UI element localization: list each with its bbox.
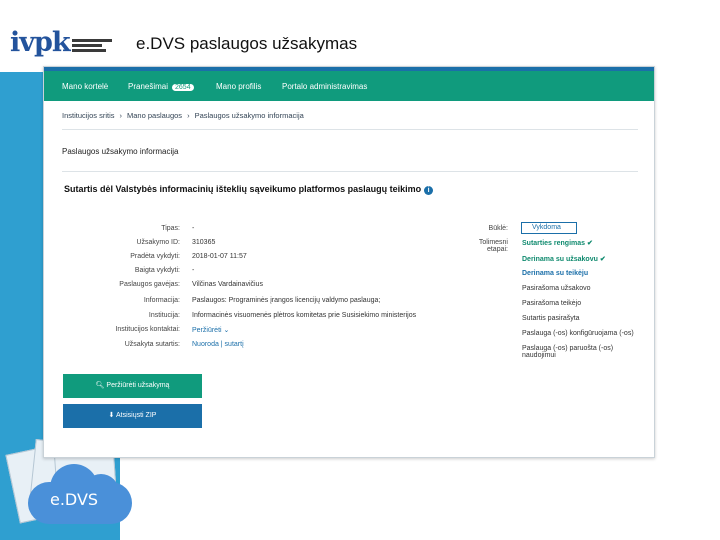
step-item: Sutartis pasirašyta: [522, 315, 580, 322]
cloud-label: e.DVS: [50, 490, 99, 509]
logo-area: ivpk: [0, 0, 120, 72]
step-item: Pasirašoma teikėjo: [522, 300, 582, 307]
detail-label: Užsakymo ID:: [136, 239, 180, 246]
breadcrumb: Institucijos sritis › Mano paslaugos › Pasla…: [62, 111, 304, 120]
notification-count-badge: 2654: [172, 84, 194, 91]
detail-value: -: [192, 267, 195, 274]
check-icon: ✔: [586, 240, 593, 247]
divider: [62, 171, 638, 172]
download-icon: ⬇: [108, 412, 115, 419]
status-badge: Vykdoma: [521, 222, 577, 234]
detail-value: 310365: [192, 239, 216, 246]
cloud-icon: e.DVS: [28, 460, 132, 524]
logo-subtext-lines: [72, 39, 112, 54]
detail-label: Tipas:: [161, 225, 180, 232]
breadcrumb-item[interactable]: Mano paslaugos: [127, 111, 182, 120]
detail-label: Baigta vykdyti:: [134, 267, 180, 274]
slide: ivpk e.DVS e.DVS paslaugos užsakymas Man…: [0, 0, 720, 540]
contract-link[interactable]: Nuoroda | sutartį: [192, 341, 244, 348]
step-item-current: Derinama su teikėju: [522, 270, 589, 277]
detail-label: Institucija:: [148, 312, 180, 319]
institution-contacts-link[interactable]: Peržiūrėti ⌄: [192, 326, 229, 334]
detail-label: Informacija:: [143, 297, 180, 304]
detail-value: Informacinės visuomenės plėtros komiteta…: [192, 312, 417, 319]
nav-portal-admin[interactable]: Portalo administravimas: [282, 82, 367, 91]
status-label: Būklė:: [488, 225, 508, 232]
contract-title-text: Sutartis dėl Valstybės informacinių ište…: [64, 184, 422, 194]
detail-value: 2018-01-07 11:57: [192, 253, 247, 260]
detail-label: Institucijos kontaktai:: [115, 326, 180, 333]
nav-my-card[interactable]: Mano kortelė: [62, 82, 108, 91]
contacts-link-text: Peržiūrėti: [192, 327, 222, 334]
detail-label: Užsakyta sutartis:: [124, 341, 180, 348]
view-order-label: Peržiūrėti užsakymą: [106, 382, 170, 389]
step-item: Derinama su užsakovu ✔: [522, 255, 606, 263]
step-text: Sutarties rengimas: [522, 240, 586, 247]
nav-my-profile[interactable]: Mano profilis: [216, 82, 261, 91]
breadcrumb-item: Paslaugos užsakymo informacija: [194, 111, 304, 120]
search-icon: 🔍︎: [95, 382, 105, 389]
nav-notifications[interactable]: Pranešimai 2654: [128, 82, 194, 91]
contract-title: Sutartis dėl Valstybės informacinių ište…: [64, 184, 434, 195]
divider: [62, 129, 638, 130]
download-zip-button[interactable]: ⬇ Atsisiųsti ZIP: [63, 404, 202, 428]
detail-label: Pradėta vykdyti:: [130, 253, 180, 260]
view-order-button[interactable]: 🔍︎ Peržiūrėti užsakymą: [63, 374, 202, 398]
detail-value: -: [192, 225, 195, 232]
check-icon: ✔: [599, 256, 606, 263]
step-item: Sutarties rengimas ✔: [522, 239, 593, 247]
step-text: Derinama su užsakovu: [522, 256, 598, 263]
detail-value: Vilčinas Vardainavičius: [192, 281, 263, 288]
step-item: Pasirašoma užsakovo: [522, 285, 591, 292]
next-steps-label: Tolimesni etapai:: [478, 239, 508, 253]
chevron-down-icon: ⌄: [223, 327, 230, 334]
step-item: Paslauga (-os) paruošta (-os) naudojimui: [522, 345, 614, 359]
detail-label: Paslaugos gavėjas:: [119, 281, 180, 288]
step-item: Paslauga (-os) konfigūruojama (-os): [522, 330, 634, 337]
nav-notifications-label: Pranešimai: [128, 82, 169, 91]
top-nav: Mano kortelė Pranešimai 2654 Mano profili…: [44, 67, 654, 101]
section-title: Paslaugos užsakymo informacija: [62, 147, 179, 156]
download-zip-label: Atsisiųsti ZIP: [115, 412, 157, 419]
portal-window: Mano kortelė Pranešimai 2654 Mano profili…: [43, 66, 655, 458]
breadcrumb-item[interactable]: Institucijos sritis: [62, 111, 115, 120]
ivpk-logo: ivpk: [10, 27, 71, 58]
info-icon[interactable]: i: [424, 186, 434, 195]
detail-value: Paslaugos: Programinės įrangos licencijų…: [192, 297, 381, 304]
slide-title: e.DVS paslaugos užsakymas: [136, 34, 358, 53]
